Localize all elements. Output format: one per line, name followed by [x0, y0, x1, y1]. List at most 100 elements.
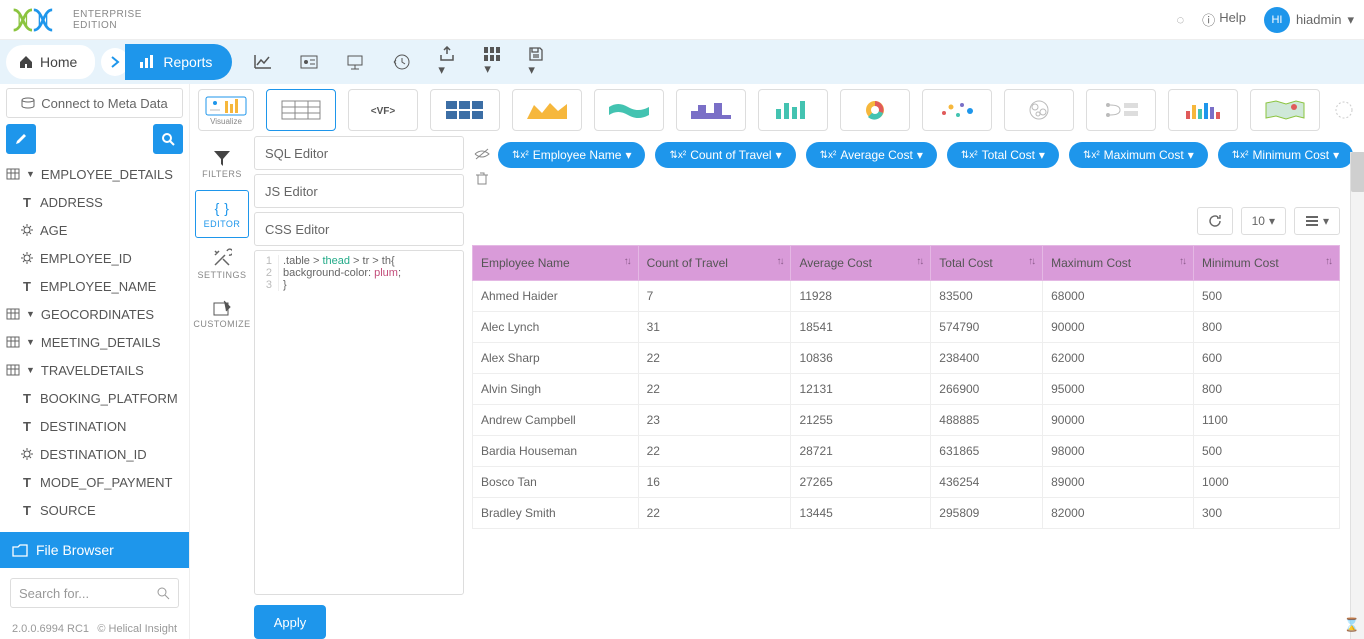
field-pill[interactable]: ⇅x² Minimum Cost ▾: [1218, 142, 1353, 168]
refresh-button[interactable]: [1197, 207, 1233, 235]
connect-metadata-button[interactable]: Connect to Meta Data: [6, 88, 183, 118]
results-column: ⇅x² Employee Name ▾ ⇅x² Count of Travel ▾…: [464, 136, 1364, 639]
tree-node[interactable]: TEMPLOYEE_NAME: [6, 272, 183, 300]
svg-text:T: T: [23, 195, 31, 209]
chart-step[interactable]: [676, 89, 746, 131]
trash-icon[interactable]: [472, 169, 492, 187]
card-icon[interactable]: [300, 55, 318, 69]
present-icon[interactable]: [346, 54, 364, 70]
chart-combo[interactable]: [1168, 89, 1238, 131]
table-icon: [6, 336, 20, 348]
table-row[interactable]: Bradley Smith221344529580982000300: [473, 498, 1340, 529]
theme-icon[interactable]: ◌: [1176, 12, 1184, 27]
tree-label: MODE_OF_PAYMENT: [40, 475, 172, 490]
svg-text:{ }: { }: [215, 200, 230, 216]
css-code-editor[interactable]: 1.table > thead > tr > th{ 2background-c…: [254, 250, 464, 595]
tool-editor[interactable]: { } EDITOR: [195, 190, 249, 238]
field-pill[interactable]: ⇅x² Average Cost ▾: [806, 142, 937, 168]
chart-crosstab[interactable]: [430, 89, 500, 131]
table-cell: 13445: [791, 498, 931, 529]
tree-node[interactable]: TDESTINATION: [6, 412, 183, 440]
tab-css-editor[interactable]: CSS Editor: [254, 212, 464, 246]
tree-node[interactable]: ▼EMPLOYEE_DETAILS: [6, 160, 183, 188]
table-row[interactable]: Bosco Tan1627265436254890001000: [473, 467, 1340, 498]
export-menu[interactable]: ▾: [438, 46, 456, 78]
tree-node[interactable]: EMPLOYEE_ID: [6, 244, 183, 272]
history-icon[interactable]: [392, 53, 410, 71]
chart-donut[interactable]: [840, 89, 910, 131]
tree-node[interactable]: AGE: [6, 216, 183, 244]
tree-node[interactable]: ▼GEOCORDINATES: [6, 300, 183, 328]
field-pill[interactable]: ⇅x² Total Cost ▾: [947, 142, 1059, 168]
chart-area[interactable]: [512, 89, 582, 131]
column-header[interactable]: Minimum Cost↑↓: [1193, 246, 1339, 281]
list-icon: [1305, 215, 1319, 227]
apply-button[interactable]: Apply: [254, 605, 326, 639]
table-row[interactable]: Andrew Campbell2321255488885900001100: [473, 405, 1340, 436]
chart-table[interactable]: [266, 89, 336, 131]
tool-customize[interactable]: CUSTOMIZE: [195, 290, 249, 338]
chart-bubble[interactable]: [1004, 89, 1074, 131]
tree-node[interactable]: DESTINATION_ID: [6, 440, 183, 468]
help-link[interactable]: ⓘ Help: [1202, 10, 1246, 29]
search-icon: [161, 132, 175, 146]
tab-js-editor[interactable]: JS Editor: [254, 174, 464, 208]
chart-scatter[interactable]: [922, 89, 992, 131]
file-browser-panel[interactable]: File Browser: [0, 532, 189, 568]
layout-menu[interactable]: ▾: [484, 47, 500, 77]
caret-down-icon: ▼: [26, 309, 35, 319]
table-row[interactable]: Bardia Houseman222872163186598000500: [473, 436, 1340, 467]
save-menu[interactable]: ▾: [528, 46, 544, 78]
search-input[interactable]: Search for...: [10, 578, 179, 608]
chart-vf[interactable]: <VF>: [348, 89, 418, 131]
tree-label: BOOKING_PLATFORM: [40, 391, 178, 406]
column-header[interactable]: Total Cost↑↓: [931, 246, 1043, 281]
edit-button[interactable]: [6, 124, 36, 154]
column-header[interactable]: Average Cost↑↓: [791, 246, 931, 281]
line-chart-icon[interactable]: [254, 54, 272, 70]
pagesize-select[interactable]: 10▾: [1241, 207, 1286, 235]
table-row[interactable]: Alex Sharp221083623840062000600: [473, 343, 1340, 374]
scrollbar[interactable]: [1350, 152, 1364, 639]
tree-label: EMPLOYEE_NAME: [40, 279, 156, 294]
tree-search-button[interactable]: [153, 124, 183, 154]
chart-more[interactable]: [1332, 89, 1356, 131]
table-cell: Bardia Houseman: [473, 436, 639, 467]
tree-node[interactable]: TBOOKING_PLATFORM: [6, 384, 183, 412]
sort-icon: ↑↓: [1179, 256, 1185, 267]
tree-node[interactable]: ▼TRAVELDETAILS: [6, 356, 183, 384]
chart-tree[interactable]: [1086, 89, 1156, 131]
tool-settings[interactable]: SETTINGS: [195, 240, 249, 288]
table-row[interactable]: Ahmed Haider7119288350068000500: [473, 281, 1340, 312]
chart-map[interactable]: [1250, 89, 1320, 131]
table-row[interactable]: Alvin Singh221213126690095000800: [473, 374, 1340, 405]
tree-node[interactable]: TSOURCE: [6, 496, 183, 524]
column-header[interactable]: Count of Travel↑↓: [638, 246, 791, 281]
column-header[interactable]: Employee Name↑↓: [473, 246, 639, 281]
column-header[interactable]: Maximum Cost↑↓: [1043, 246, 1194, 281]
tab-sql-editor[interactable]: SQL Editor: [254, 136, 464, 170]
avatar: HI: [1264, 7, 1290, 33]
chart-stream[interactable]: [594, 89, 664, 131]
text-icon: T: [20, 419, 34, 433]
sort-icon: ↑↓: [776, 256, 782, 267]
field-pill[interactable]: ⇅x² Maximum Cost ▾: [1069, 142, 1208, 168]
chart-visualize[interactable]: Visualize: [198, 89, 254, 131]
gear-icon: [20, 223, 34, 237]
table-row[interactable]: Alec Lynch311854157479090000800: [473, 312, 1340, 343]
tree-node[interactable]: TADDRESS: [6, 188, 183, 216]
field-pill[interactable]: ⇅x² Employee Name ▾: [498, 142, 645, 168]
chart-bar[interactable]: [758, 89, 828, 131]
hide-icon[interactable]: [472, 145, 492, 163]
table-cell: 23: [638, 405, 791, 436]
tree-node[interactable]: ▼MEETING_DETAILS: [6, 328, 183, 356]
tab-home[interactable]: Home: [6, 45, 95, 79]
user-menu[interactable]: HI hiadmin▾: [1264, 7, 1354, 33]
pencil-icon: [14, 132, 28, 146]
tree-node[interactable]: TMODE_OF_PAYMENT: [6, 468, 183, 496]
tool-filters[interactable]: FILTERS: [195, 140, 249, 188]
field-pill[interactable]: ⇅x² Count of Travel ▾: [655, 142, 795, 168]
tab-reports[interactable]: Reports: [125, 44, 232, 80]
sort-icon: ↑↓: [1028, 256, 1034, 267]
view-mode-select[interactable]: ▾: [1294, 207, 1340, 235]
